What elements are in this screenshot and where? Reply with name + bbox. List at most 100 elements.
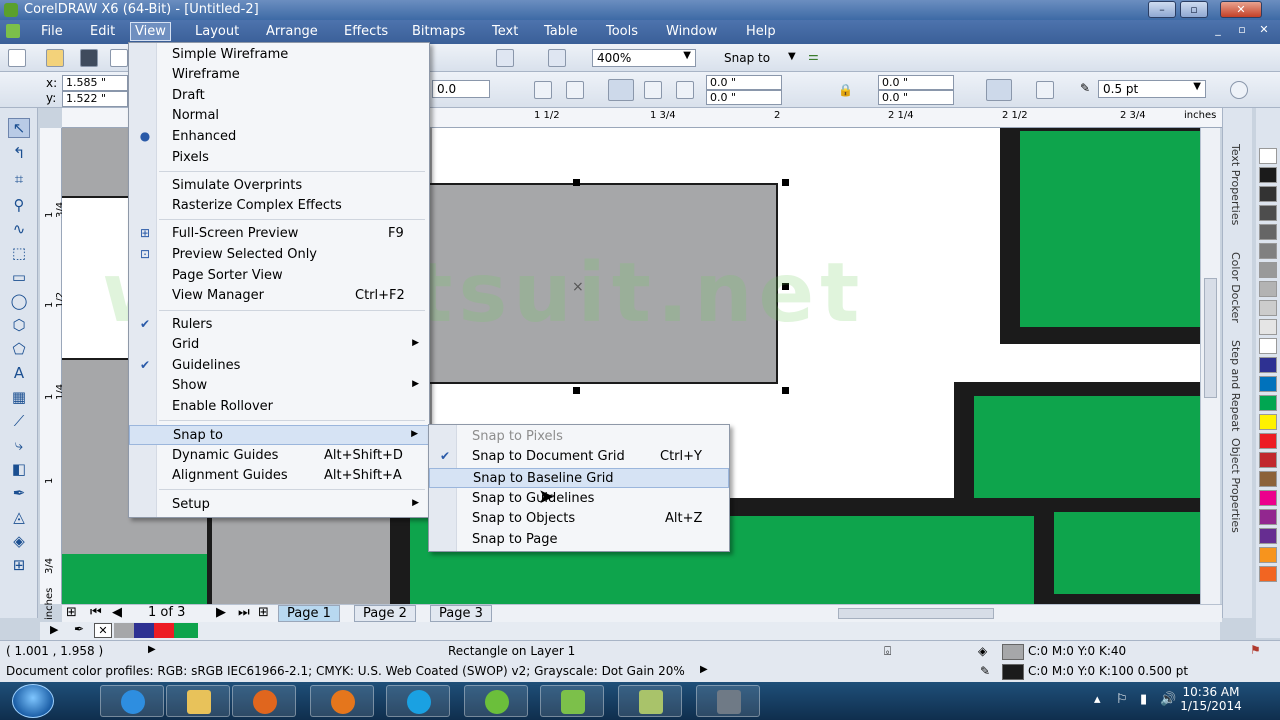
palette-swatch[interactable] bbox=[1259, 414, 1277, 430]
eyedropper-tool-icon[interactable]: ✒ bbox=[8, 484, 30, 504]
scalloped-corner-icon[interactable] bbox=[644, 81, 662, 99]
media-player-button[interactable] bbox=[232, 685, 296, 717]
corner-radius-bottom-left[interactable]: 0.0 " bbox=[706, 90, 782, 105]
color-swatch[interactable] bbox=[134, 623, 154, 638]
palette-swatch[interactable] bbox=[1259, 471, 1277, 487]
palette-swatch[interactable] bbox=[1259, 547, 1277, 563]
freehand-tool-icon[interactable]: ∿ bbox=[8, 220, 30, 240]
internet-explorer-button[interactable] bbox=[100, 685, 164, 717]
green-rectangle[interactable] bbox=[62, 554, 207, 604]
volume-icon[interactable]: 🔊 bbox=[1160, 692, 1176, 707]
palette-swatch[interactable] bbox=[1259, 376, 1277, 392]
menu-item-page-sorter-view[interactable]: Page Sorter View bbox=[129, 266, 429, 286]
selection-handle[interactable] bbox=[573, 387, 580, 394]
palette-swatch[interactable] bbox=[1259, 490, 1277, 506]
palette-swatch[interactable] bbox=[1259, 395, 1277, 411]
smart-fill-icon[interactable]: ⬚ bbox=[8, 244, 30, 264]
palette-swatch[interactable] bbox=[1259, 262, 1277, 278]
minimize-button[interactable]: – bbox=[1148, 1, 1176, 18]
fill-color-box[interactable] bbox=[1002, 644, 1024, 660]
color-swatch[interactable] bbox=[174, 623, 198, 638]
menu-item-snap-to-baseline-grid[interactable]: Snap to Baseline Grid bbox=[429, 468, 729, 488]
zoom-tool-icon[interactable]: ⚲ bbox=[8, 196, 30, 216]
first-page-icon[interactable]: ⏮ bbox=[90, 605, 102, 620]
wrap-text-icon[interactable] bbox=[1036, 81, 1054, 99]
menu-item-snap-to-page[interactable]: Snap to Page bbox=[429, 530, 729, 550]
y-position-field[interactable]: 1.522 " bbox=[62, 91, 128, 107]
outline-color-box[interactable] bbox=[1002, 664, 1024, 680]
skype-button[interactable] bbox=[386, 685, 450, 717]
menu-item-snap-to[interactable]: Snap to ▶ bbox=[129, 425, 429, 445]
save-icon[interactable] bbox=[80, 49, 98, 67]
menu-item-rasterize-complex-effects[interactable]: Rasterize Complex Effects bbox=[129, 196, 429, 216]
menu-item-rulers[interactable]: ✔ Rulers bbox=[129, 315, 429, 335]
print-icon[interactable] bbox=[110, 49, 128, 67]
color-docker-tab[interactable]: Color Docker bbox=[1229, 252, 1242, 323]
menu-item-normal[interactable]: Normal bbox=[129, 106, 429, 126]
mirror-vertical-icon[interactable] bbox=[566, 81, 584, 99]
outline-width-select[interactable]: 0.5 pt ▼ bbox=[1098, 80, 1206, 98]
user-icon[interactable]: ⚑ bbox=[1250, 643, 1261, 657]
menu-item-enhanced[interactable]: ● Enhanced bbox=[129, 127, 429, 147]
palette-swatch[interactable] bbox=[1259, 433, 1277, 449]
menu-window[interactable]: Window bbox=[662, 24, 721, 39]
table-tool-icon[interactable]: ▦ bbox=[8, 388, 30, 408]
palette-swatch[interactable] bbox=[1259, 243, 1277, 259]
chevron-down-icon[interactable]: ▼ bbox=[788, 51, 796, 62]
launcher-icon[interactable] bbox=[496, 49, 514, 67]
rectangle-tool-icon[interactable]: ▭ bbox=[8, 268, 30, 288]
zoom-select[interactable]: 400% ▼ bbox=[592, 49, 696, 67]
menu-arrange[interactable]: Arrange bbox=[262, 24, 322, 39]
menu-item-snap-to-objects[interactable]: Snap to Objects Alt+Z bbox=[429, 509, 729, 529]
palette-swatch[interactable] bbox=[1259, 357, 1277, 373]
play-icon[interactable]: ▶ bbox=[148, 644, 156, 655]
color-swatch[interactable] bbox=[114, 623, 134, 638]
x-position-field[interactable]: 1.585 " bbox=[62, 75, 128, 91]
palette-swatch[interactable] bbox=[1259, 300, 1277, 316]
doc-close-button[interactable]: ✕ bbox=[1256, 23, 1272, 39]
add-page-after-icon[interactable]: ⊞ bbox=[258, 605, 269, 620]
camtasia-button[interactable] bbox=[696, 685, 760, 717]
menu-layout[interactable]: Layout bbox=[191, 24, 243, 39]
vertical-ruler[interactable]: 1 3/4 1 1/2 1 1/4 1 3/4 inches bbox=[40, 128, 66, 620]
corner-radius-top-left[interactable]: 0.0 " bbox=[706, 75, 782, 90]
polygon-tool-icon[interactable]: ⬡ bbox=[8, 316, 30, 336]
menu-item-snap-to-document-grid[interactable]: ✔ Snap to Document Grid Ctrl+Y bbox=[429, 447, 729, 467]
next-page-icon[interactable]: ▶ bbox=[216, 605, 226, 620]
doc-minimize-button[interactable]: _ bbox=[1210, 23, 1226, 39]
palette-swatch[interactable] bbox=[1259, 452, 1277, 468]
close-button[interactable]: ✕ bbox=[1220, 1, 1262, 18]
show-hidden-icons[interactable]: ▴ bbox=[1094, 692, 1101, 707]
selection-handle[interactable] bbox=[782, 179, 789, 186]
utorrent-button[interactable] bbox=[464, 685, 528, 717]
menu-help[interactable]: Help bbox=[742, 24, 780, 39]
file-explorer-button[interactable] bbox=[166, 685, 230, 717]
menu-effects[interactable]: Effects bbox=[340, 24, 392, 39]
snap-to-dropdown[interactable]: Snap to bbox=[724, 51, 770, 65]
corner-radius-bottom-right[interactable]: 0.0 " bbox=[878, 90, 954, 105]
vertical-scrollbar[interactable] bbox=[1200, 128, 1220, 604]
menu-item-alignment-guides[interactable]: Alignment Guides Alt+Shift+A bbox=[129, 466, 429, 486]
menu-tools[interactable]: Tools bbox=[602, 24, 642, 39]
tab-page-1[interactable]: Page 1 bbox=[278, 605, 340, 622]
extrude-tool-icon[interactable]: ◧ bbox=[8, 460, 30, 480]
fill-tool-icon[interactable]: ◈ bbox=[8, 532, 30, 552]
menu-item-full-screen-preview[interactable]: ⊞ Full-Screen Preview F9 bbox=[129, 224, 429, 244]
relative-corner-scaling-icon[interactable] bbox=[986, 79, 1012, 101]
step-and-repeat-tab[interactable]: Step and Repeat bbox=[1229, 340, 1242, 431]
mirror-horizontal-icon[interactable] bbox=[534, 81, 552, 99]
last-page-icon[interactable]: ⏭ bbox=[238, 605, 250, 620]
maximize-button[interactable]: ▫ bbox=[1180, 1, 1208, 18]
palette-swatch[interactable] bbox=[1259, 205, 1277, 221]
play-icon[interactable]: ▶ bbox=[50, 623, 58, 636]
menu-file[interactable]: File bbox=[37, 24, 67, 39]
rotation-angle-field[interactable]: 0.0 bbox=[432, 80, 490, 98]
add-page-icon[interactable]: ⊞ bbox=[66, 605, 77, 620]
text-tool-icon[interactable]: A bbox=[8, 364, 30, 384]
crop-tool-icon[interactable]: ⌗ bbox=[8, 170, 30, 190]
green-rectangle[interactable] bbox=[1054, 512, 1200, 594]
menu-item-show[interactable]: Show ▶ bbox=[129, 376, 429, 396]
selection-handle[interactable] bbox=[782, 387, 789, 394]
menu-item-guidelines[interactable]: ✔ Guidelines bbox=[129, 356, 429, 376]
palette-swatch[interactable] bbox=[1259, 167, 1277, 183]
